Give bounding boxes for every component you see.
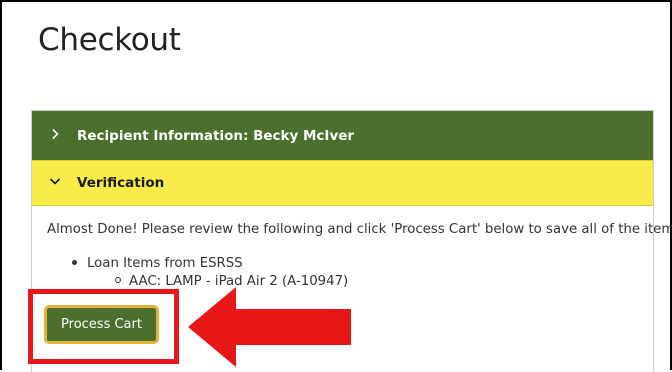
red-arrow-annotation-icon: [188, 287, 351, 367]
bullet-circle-icon: [115, 277, 121, 283]
accordion-recipient-label: Recipient Information: Becky McIver: [77, 127, 355, 144]
list-item: Loan Items from ESRSS: [72, 256, 243, 271]
chevron-right-icon: [49, 128, 65, 144]
accordion-verification-label: Verification: [77, 175, 165, 191]
process-cart-button[interactable]: Process Cart: [44, 305, 159, 344]
page-title: Checkout: [38, 22, 181, 58]
verification-instructions: Almost Done! Please review the following…: [47, 222, 672, 237]
accordion-recipient-information[interactable]: Recipient Information: Becky McIver: [32, 111, 653, 160]
bullet-icon: [72, 259, 77, 265]
loan-items-label: Loan Items from ESRSS: [87, 256, 243, 271]
chevron-down-icon: [49, 175, 65, 191]
accordion-verification[interactable]: Verification: [32, 160, 653, 206]
